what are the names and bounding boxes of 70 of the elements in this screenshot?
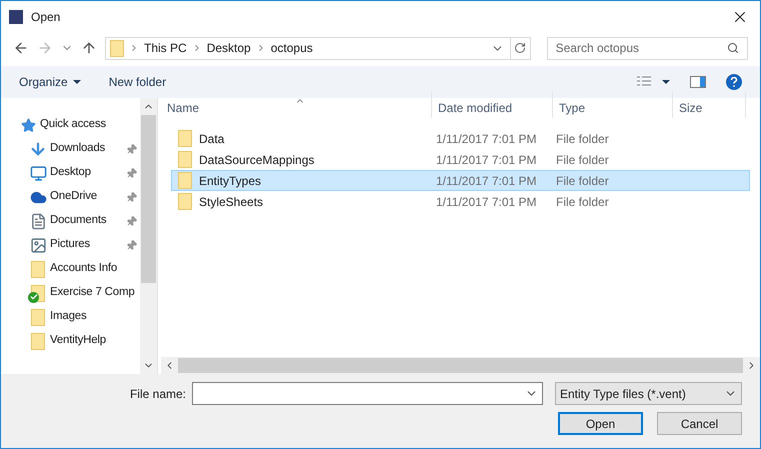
date-modified: 1/11/2017 7:01 PM (435, 172, 538, 190)
up-button[interactable] (81, 40, 97, 56)
sidebar-item[interactable]: Accounts Info (29, 257, 140, 281)
sidebar-item[interactable]: Images (29, 305, 140, 329)
column-header[interactable]: Type (553, 92, 673, 118)
folder-icon (178, 130, 192, 147)
file-name: Data (199, 130, 224, 148)
star-icon (20, 118, 36, 132)
picture-icon (30, 236, 46, 254)
file-name: StyleSheets (199, 194, 264, 210)
file-row[interactable]: DataSourceMappings 1/11/2017 7:01 PM File folder (171, 149, 750, 170)
file-name: DataSourceMappings (199, 152, 314, 168)
search-icon (727, 42, 739, 54)
window-title: Open (31, 8, 60, 26)
download-icon (29, 140, 47, 158)
preview-pane-icon[interactable] (690, 76, 706, 88)
folder-icon (178, 193, 192, 210)
file-name-label: File name: (130, 386, 186, 402)
address-bar[interactable]: This PC Desktop octopus (105, 36, 531, 60)
back-button[interactable] (13, 40, 29, 56)
column-header[interactable]: Date modified (432, 92, 553, 118)
file-name-field[interactable] (192, 382, 543, 405)
sidebar-item[interactable]: OneDrive (29, 185, 140, 209)
folder-icon (178, 151, 192, 168)
date-modified: 1/11/2017 7:01 PM (435, 152, 538, 168)
sidebar-item[interactable]: Exercise 7 Comp (29, 281, 140, 305)
folder-icon (178, 172, 192, 189)
sidebar-item[interactable]: Quick access (19, 113, 140, 137)
sidebar-item[interactable]: Desktop (29, 161, 140, 185)
sidebar-item[interactable]: VentityHelp (29, 329, 140, 353)
search-field[interactable]: Search octopus (546, 36, 748, 60)
file-row[interactable]: Data 1/11/2017 7:01 PM File folder (171, 128, 750, 149)
sidebar-item[interactable]: Documents (29, 209, 140, 233)
sidebar-item[interactable]: Pictures (29, 233, 140, 257)
open-button[interactable]: Open (558, 412, 643, 435)
caret-icon (72, 80, 81, 84)
file-row[interactable]: StyleSheets 1/11/2017 7:01 PM File folder (171, 191, 750, 212)
cancel-button[interactable]: Cancel (657, 412, 742, 435)
folder-icon (31, 332, 45, 350)
breadcrumb[interactable]: This PC (144, 39, 187, 57)
file-type: File folder (555, 194, 609, 210)
vertical-scrollbar[interactable] (140, 98, 157, 374)
date-modified: 1/11/2017 7:01 PM (435, 130, 538, 148)
dropdown-icon[interactable] (662, 80, 670, 84)
synced-folder-icon (31, 284, 45, 302)
file-type: File folder (555, 130, 609, 148)
folder-icon (31, 308, 45, 326)
file-row[interactable]: EntityTypes 1/11/2017 7:01 PM File folder (171, 170, 750, 191)
document-icon (30, 212, 46, 230)
file-type: File folder (555, 172, 609, 190)
organize-button[interactable]: Organize (19, 73, 81, 91)
app-icon (9, 10, 23, 24)
folder-icon (110, 40, 124, 56)
breadcrumb[interactable]: octopus (270, 39, 313, 57)
file-name: EntityTypes (199, 172, 262, 190)
breadcrumb[interactable]: Desktop (206, 39, 251, 57)
column-header[interactable]: Size (673, 92, 746, 118)
view-list-icon[interactable] (636, 76, 652, 88)
new-folder-button[interactable]: New folder (108, 73, 166, 91)
column-header[interactable]: Name (161, 92, 432, 118)
search-input[interactable]: Search octopus (556, 39, 727, 57)
date-modified: 1/11/2017 7:01 PM (435, 194, 538, 210)
desktop-icon (30, 164, 46, 182)
help-icon[interactable] (726, 74, 742, 90)
sidebar-item[interactable]: Downloads (29, 137, 140, 161)
folder-icon (31, 260, 45, 278)
refresh-icon[interactable] (514, 42, 526, 54)
file-type-dropdown[interactable]: Entity Type files (*.vent) (555, 382, 742, 405)
file-type: File folder (555, 152, 609, 168)
horizontal-scrollbar[interactable] (161, 357, 760, 374)
